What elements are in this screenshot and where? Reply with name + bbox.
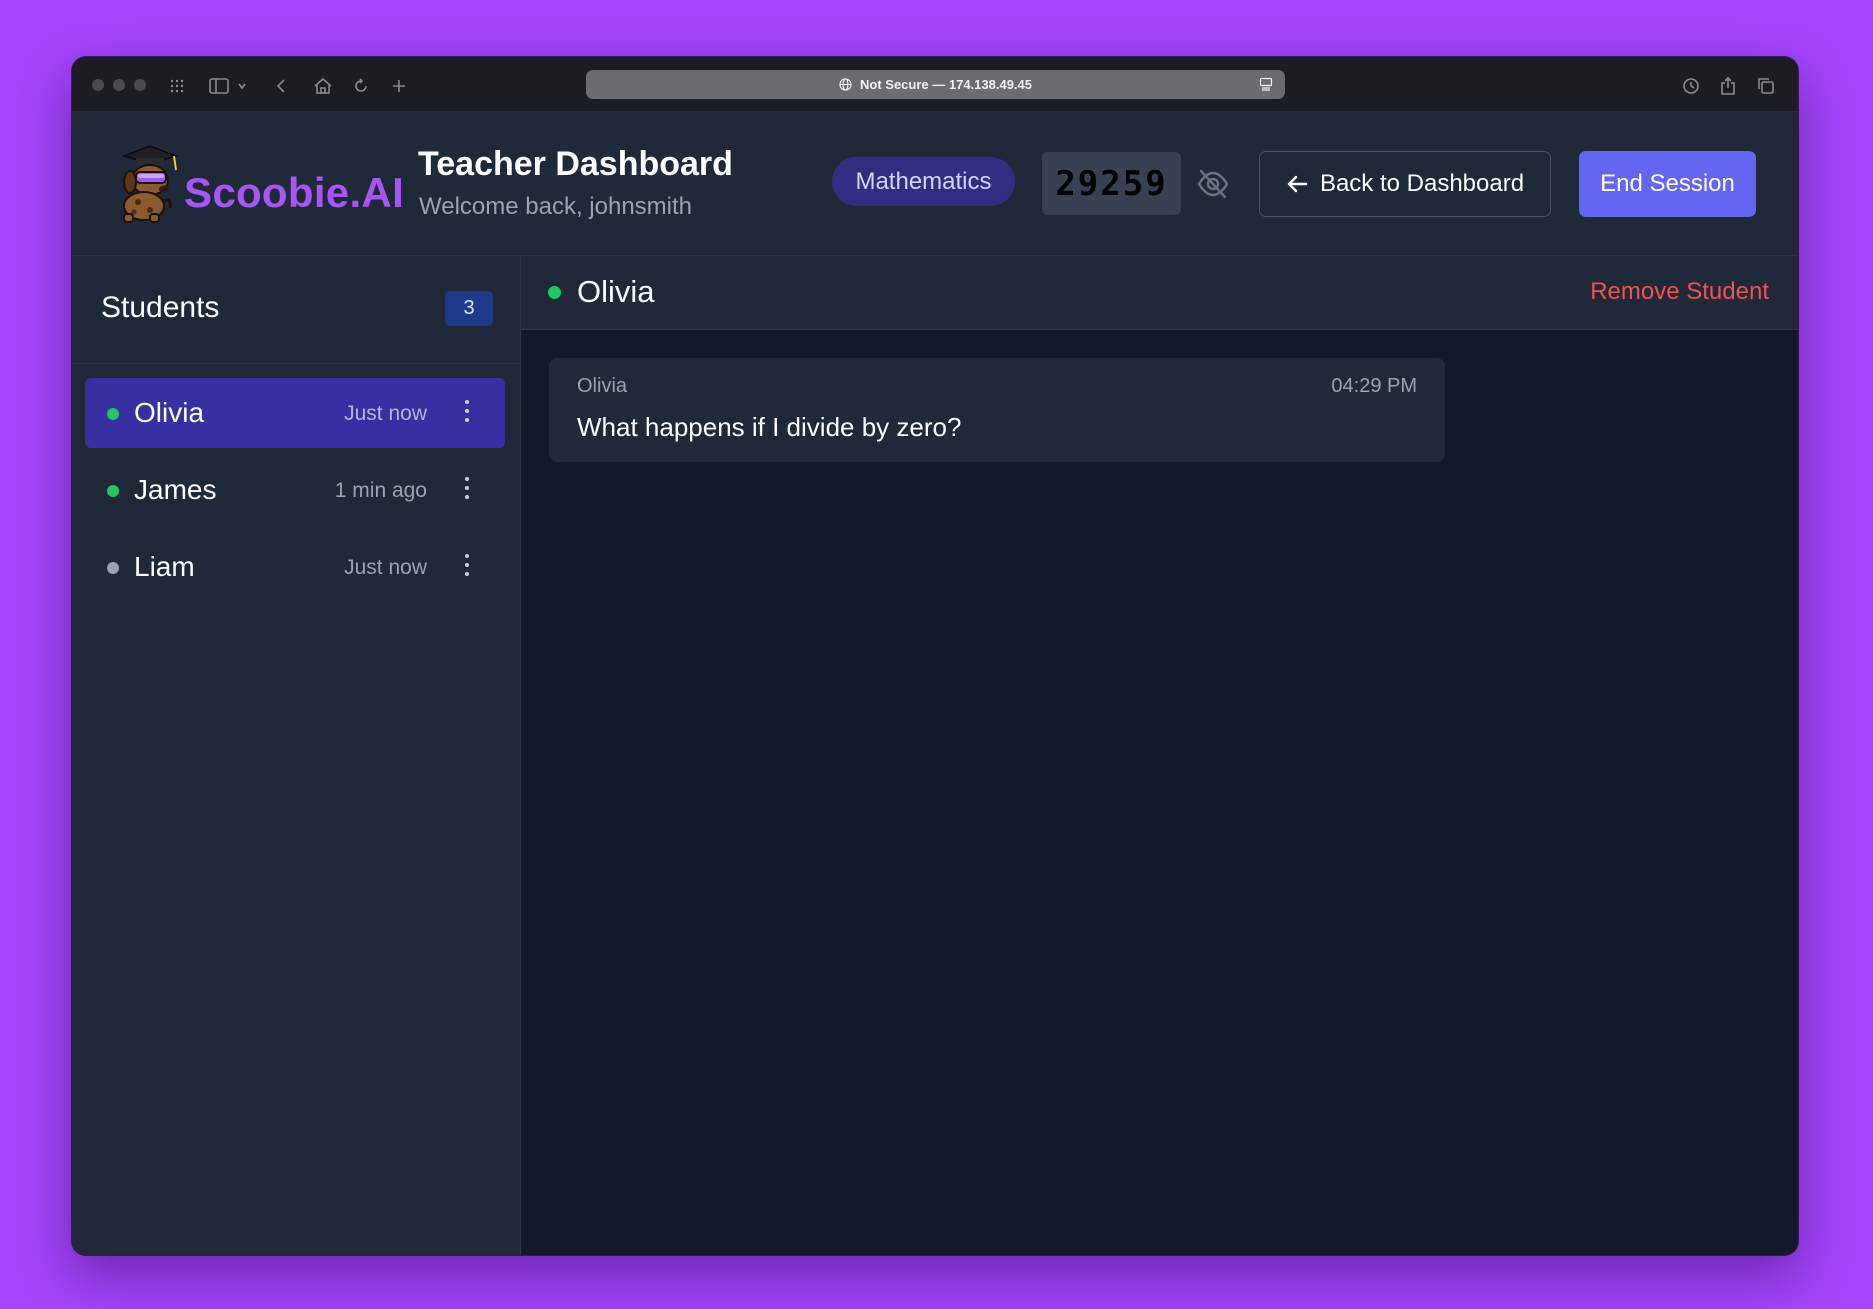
browser-window: Not Secure — 174.138.49.45 Scoobie.AI Te…	[72, 57, 1798, 1255]
student-item-olivia[interactable]: Olivia Just now	[85, 378, 505, 448]
message-timestamp: 04:29 PM	[1331, 375, 1417, 397]
home-icon[interactable]	[310, 73, 336, 99]
selected-student-name: Olivia	[577, 274, 655, 309]
zoom-window-button[interactable]	[134, 79, 146, 91]
more-options-icon[interactable]	[463, 400, 471, 426]
chat-header: Olivia Remove Student	[521, 256, 1798, 330]
more-options-icon[interactable]	[463, 477, 471, 503]
more-options-icon[interactable]	[463, 554, 471, 580]
student-last-active: Just now	[344, 402, 427, 425]
back-nav-icon[interactable]	[268, 73, 294, 99]
chat-panel: Olivia Remove Student Olivia 04:29 PM Wh…	[521, 256, 1798, 1255]
session-code: 29259	[1042, 152, 1181, 215]
address-bar[interactable]: Not Secure — 174.138.49.45	[586, 70, 1285, 99]
minimize-window-button[interactable]	[113, 79, 125, 91]
student-name: Olivia	[134, 397, 205, 428]
student-item-james[interactable]: James 1 min ago	[85, 455, 505, 525]
student-count-badge: 3	[445, 291, 493, 326]
student-last-active: 1 min ago	[334, 479, 427, 502]
student-list: Olivia Just now James 1 min ago Liam Jus…	[85, 378, 505, 609]
back-to-dashboard-button[interactable]: Back to Dashboard	[1259, 151, 1551, 217]
window-controls	[92, 79, 146, 91]
eye-off-icon[interactable]	[1195, 166, 1231, 202]
browser-toolbar: Not Secure — 174.138.49.45	[72, 57, 1798, 112]
students-sidebar: Students 3 Olivia Just now James 1 min a…	[72, 256, 521, 1255]
close-window-button[interactable]	[92, 79, 104, 91]
welcome-message: Welcome back, johnsmith	[419, 193, 692, 220]
app-header: Scoobie.AI Teacher Dashboard Welcome bac…	[72, 112, 1798, 256]
chat-message: Olivia 04:29 PM What happens if I divide…	[549, 358, 1445, 462]
student-name: James	[134, 474, 217, 505]
reload-icon[interactable]	[348, 73, 374, 99]
dog-mascot-logo-icon	[121, 145, 179, 223]
sidebar-header: Students 3	[72, 256, 520, 364]
remove-student-button[interactable]: Remove Student	[1590, 278, 1769, 306]
brand-logo-text: Scoobie.AI	[184, 169, 405, 216]
status-dot	[107, 408, 119, 420]
end-session-button[interactable]: End Session	[1579, 151, 1756, 217]
student-last-active: Just now	[344, 556, 427, 579]
student-item-liam[interactable]: Liam Just now	[85, 532, 505, 602]
message-sender: Olivia	[577, 375, 628, 397]
student-name: Liam	[134, 551, 195, 582]
chevron-down-icon[interactable]	[234, 73, 250, 99]
back-to-dashboard-label: Back to Dashboard	[1319, 170, 1525, 197]
history-icon[interactable]	[1678, 73, 1704, 99]
subject-badge: Mathematics	[832, 157, 1015, 206]
message-text: What happens if I divide by zero?	[577, 412, 962, 442]
reader-icon[interactable]	[1259, 77, 1273, 91]
status-dot	[548, 286, 561, 299]
page-title: Teacher Dashboard	[418, 145, 733, 183]
globe-icon	[839, 78, 852, 91]
sidebar-title: Students	[101, 291, 220, 324]
status-dot	[107, 485, 119, 497]
sidebar-toggle-icon[interactable]	[206, 73, 232, 99]
share-icon[interactable]	[1715, 73, 1741, 99]
tabs-icon[interactable]	[1753, 73, 1779, 99]
status-dot	[107, 562, 119, 574]
address-text: Not Secure — 174.138.49.45	[860, 77, 1032, 92]
new-tab-icon[interactable]	[386, 73, 412, 99]
tab-overview-icon[interactable]	[164, 73, 190, 99]
arrow-left-icon	[1287, 175, 1308, 193]
